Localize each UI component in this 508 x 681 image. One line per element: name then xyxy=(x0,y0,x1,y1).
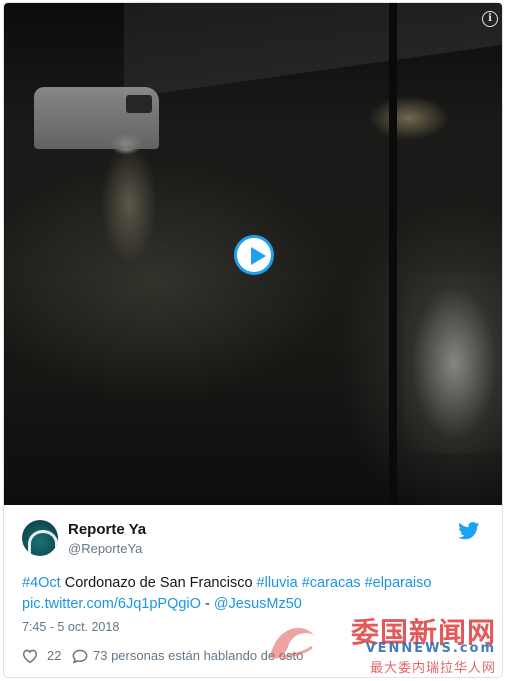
comment-icon[interactable] xyxy=(72,648,88,664)
mention-jesusmz50[interactable]: @JesusMz50 xyxy=(214,596,302,612)
tweet-card: i Reporte Ya @ReporteYa #4Oct Cordonazo … xyxy=(3,2,503,678)
van-image xyxy=(34,87,159,149)
like-count[interactable]: 22 xyxy=(47,648,61,663)
van-window xyxy=(126,95,152,113)
hashtag-4oct[interactable]: #4Oct xyxy=(22,575,61,591)
dragon-logo-icon xyxy=(270,627,314,661)
author-handle[interactable]: @ReporteYa xyxy=(68,541,142,556)
heart-icon[interactable] xyxy=(22,648,38,664)
overpass-structure xyxy=(124,3,502,98)
watermark-sub: 最大委内瑞拉华人网 xyxy=(369,661,496,676)
text-segment: - xyxy=(200,596,214,612)
timestamp[interactable]: 7:45 - 5 oct. 2018 xyxy=(22,620,119,634)
hashtag-elparaiso[interactable]: #elparaiso xyxy=(365,575,432,591)
hashtag-lluvia[interactable]: #lluvia xyxy=(257,575,298,591)
author-block: Reporte Ya @ReporteYa xyxy=(22,520,482,560)
info-icon[interactable]: i xyxy=(482,11,498,27)
video-thumbnail[interactable]: i xyxy=(4,3,502,505)
author-name[interactable]: Reporte Ya xyxy=(68,521,146,538)
hashtag-caracas[interactable]: #caracas xyxy=(302,575,361,591)
text-segment: Cordonazo de San Francisco xyxy=(60,575,257,591)
twitter-bird-icon[interactable] xyxy=(458,522,480,540)
pic-link[interactable]: pic.twitter.com/6Jq1pPQgiO xyxy=(22,596,201,612)
pole-image xyxy=(389,3,397,505)
debris-image xyxy=(404,273,502,453)
watermark: 委国新闻网 VENNEWS.com 最大委内瑞拉华人网 xyxy=(262,611,502,676)
watermark-en: VENNEWS.com xyxy=(365,641,496,656)
play-icon[interactable] xyxy=(234,235,274,275)
avatar[interactable] xyxy=(22,520,58,556)
tweet-text: #4Oct Cordonazo de San Francisco #lluvia… xyxy=(22,573,492,615)
